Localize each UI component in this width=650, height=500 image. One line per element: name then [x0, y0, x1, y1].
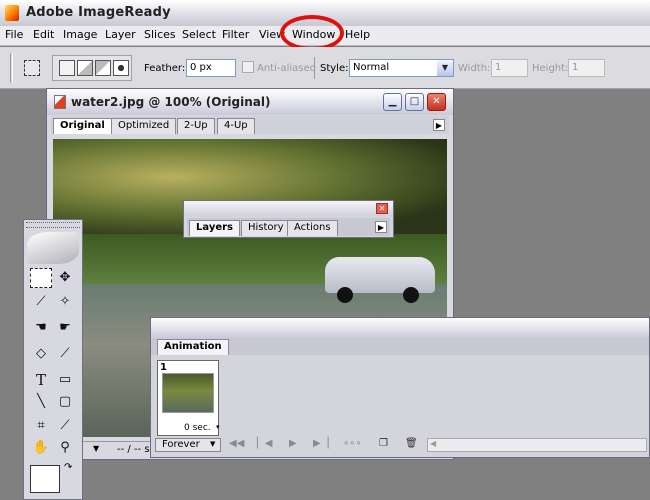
tab-layers[interactable]: Layers — [189, 220, 240, 236]
menu-image[interactable]: Image — [63, 28, 97, 41]
move-tool-icon[interactable]: ✥ — [54, 268, 76, 288]
imageready-logo-icon — [5, 5, 19, 21]
subtract-selection-icon[interactable] — [95, 60, 111, 76]
close-button[interactable]: ✕ — [427, 93, 446, 111]
animation-tab-strip: Animation — [151, 339, 649, 355]
loop-select-value: Forever — [162, 439, 200, 450]
document-icon — [54, 95, 66, 109]
frame-thumbnail — [162, 373, 214, 413]
tab-2up[interactable]: 2-Up — [177, 118, 215, 134]
brush-tool-icon[interactable]: ⟋ — [54, 344, 76, 364]
marquee-preset-icon[interactable] — [24, 60, 40, 76]
menu-slices[interactable]: Slices — [144, 28, 176, 41]
tab-history[interactable]: History — [241, 220, 291, 236]
animation-frame-1[interactable]: 1 0 sec. ▾ — [157, 360, 220, 436]
toolbox: ✥ ⟋ ✧ ☚ ☛ ◇ ⟋ T ▭ ╲ ▢ ⌗ ⟋ ✋ ⚲ ↷ — [23, 219, 83, 500]
tab-original[interactable]: Original — [53, 118, 112, 134]
new-selection-icon[interactable] — [59, 60, 75, 76]
photo-car-wheel — [337, 287, 353, 303]
document-title: water2.jpg @ 100% (Original) — [71, 95, 271, 109]
layers-palette: ✕ Layers History Actions ▶ — [183, 200, 394, 238]
menu-edit[interactable]: Edit — [33, 28, 54, 41]
status-text: -- / -- s — [117, 444, 150, 455]
layers-menu-arrow-icon[interactable]: ▶ — [375, 221, 387, 233]
antialiased-checkbox[interactable] — [242, 61, 254, 73]
style-label: Style: — [320, 63, 349, 74]
style-select-value: Normal — [353, 62, 390, 73]
layers-palette-header[interactable]: ✕ — [184, 201, 393, 216]
animation-palette: Animation 1 0 sec. ▾ Forever ▼ ◀◀ ▏◀ ▶ ▶… — [150, 317, 650, 458]
options-bar: Feather: 0 px Anti-aliased Style: Normal… — [0, 47, 650, 89]
hand-tool-icon[interactable]: ✋ — [30, 438, 52, 458]
tab-animation[interactable]: Animation — [157, 339, 229, 355]
chevron-down-icon[interactable]: ▼ — [210, 440, 215, 448]
width-label: Width: — [458, 63, 491, 74]
tab-optimized[interactable]: Optimized — [111, 118, 177, 134]
document-title-bar[interactable]: water2.jpg @ 100% (Original) ▁ □ ✕ — [47, 89, 453, 115]
intersect-selection-icon[interactable] — [113, 60, 129, 76]
status-menu-arrow-icon[interactable]: ▼ — [93, 444, 99, 453]
animation-scrollbar[interactable]: ◀ — [427, 438, 647, 452]
maximize-button[interactable]: □ — [405, 93, 424, 111]
imageready-feather-icon[interactable] — [27, 232, 79, 264]
next-frame-icon[interactable]: ▶▕ — [313, 438, 328, 449]
height-input[interactable]: 1 — [568, 59, 605, 77]
type-tool-icon[interactable]: T — [30, 370, 52, 390]
tween-icon[interactable]: ∘∘∘ — [343, 438, 362, 449]
frame-delay[interactable]: 0 sec. — [184, 423, 211, 433]
hand-pointer-tool-icon[interactable]: ☛ — [54, 318, 76, 338]
width-input[interactable]: 1 — [491, 59, 528, 77]
options-divider — [314, 57, 315, 79]
marquee-tool-icon[interactable] — [30, 268, 52, 288]
menu-file[interactable]: File — [5, 28, 23, 41]
eyedropper-tool-icon[interactable]: ⟋ — [54, 416, 76, 436]
frame-number: 1 — [160, 362, 167, 373]
magic-wand-tool-icon[interactable]: ✧ — [54, 292, 76, 312]
annotation-circle — [280, 15, 344, 51]
tab-menu-arrow-icon[interactable]: ▶ — [433, 119, 445, 131]
options-grip[interactable] — [10, 53, 13, 83]
shape-tool-icon[interactable]: ▢ — [54, 392, 76, 412]
eraser-tool-icon[interactable]: ◇ — [30, 344, 52, 364]
selection-mode-group — [52, 55, 132, 81]
chevron-down-icon[interactable]: ▼ — [437, 60, 453, 76]
feather-input[interactable]: 0 px — [186, 59, 236, 77]
scroll-left-icon[interactable]: ◀ — [430, 439, 436, 448]
feather-label: Feather: — [144, 63, 186, 74]
new-frame-icon[interactable]: ❐ — [379, 438, 388, 449]
menu-help[interactable]: Help — [345, 28, 370, 41]
foreground-color-swatch[interactable] — [30, 465, 60, 493]
animation-palette-header[interactable] — [151, 318, 649, 340]
crop-tool-icon[interactable]: ⌗ — [30, 416, 52, 436]
app-title: Adobe ImageReady — [26, 5, 171, 20]
tab-actions[interactable]: Actions — [287, 220, 338, 236]
line-tool-icon[interactable]: ╲ — [30, 392, 52, 412]
menu-filter[interactable]: Filter — [222, 28, 249, 41]
delete-frame-icon[interactable]: 🗑 — [405, 438, 418, 449]
menu-select[interactable]: Select — [182, 28, 216, 41]
photo-car-wheel — [403, 287, 419, 303]
previous-frame-icon[interactable]: ▏◀ — [257, 438, 272, 449]
slice-select-tool-icon[interactable]: ☚ — [30, 318, 52, 338]
menu-layer[interactable]: Layer — [105, 28, 136, 41]
swap-colors-icon[interactable]: ↷ — [64, 462, 72, 473]
style-select[interactable]: Normal ▼ — [349, 59, 454, 77]
zoom-tool-icon[interactable]: ⚲ — [54, 438, 76, 458]
minimize-button[interactable]: ▁ — [383, 93, 402, 111]
frame-delay-arrow-icon[interactable]: ▾ — [216, 423, 220, 431]
layers-tab-strip: Layers History Actions ▶ — [187, 218, 390, 236]
height-label: Height: — [532, 63, 569, 74]
document-tab-strip: Original Optimized 2-Up 4-Up ▶ — [51, 116, 449, 134]
layers-close-icon[interactable]: ✕ — [376, 203, 388, 214]
rectangle-tool-icon[interactable]: ▭ — [54, 370, 76, 390]
lasso-tool-icon[interactable]: ⟋ — [30, 292, 52, 312]
tab-4up[interactable]: 4-Up — [217, 118, 255, 134]
antialiased-label: Anti-aliased — [257, 63, 317, 74]
play-icon[interactable]: ▶ — [289, 438, 297, 449]
loop-select[interactable]: Forever ▼ — [155, 438, 221, 452]
first-frame-icon[interactable]: ◀◀ — [229, 438, 244, 449]
add-selection-icon[interactable] — [77, 60, 93, 76]
toolbox-grip[interactable] — [26, 222, 80, 228]
